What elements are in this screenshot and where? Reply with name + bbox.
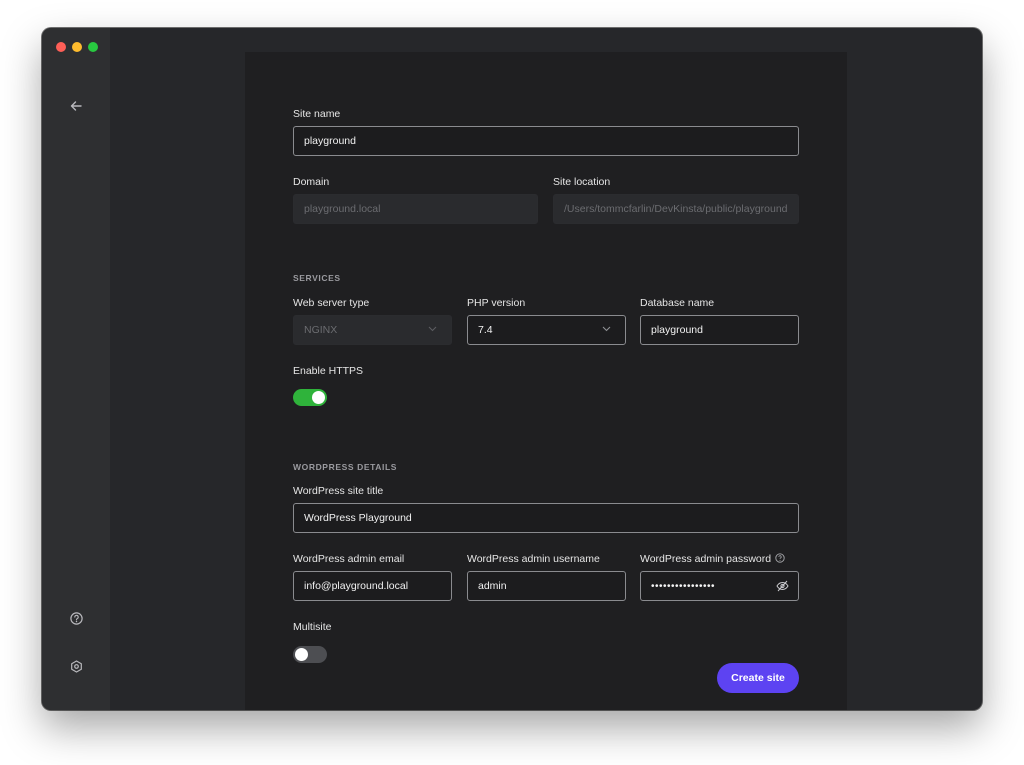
web-server-select: NGINX xyxy=(293,315,452,345)
enable-https-label: Enable HTTPS xyxy=(293,365,364,377)
wp-admin-username-input[interactable]: admin xyxy=(467,571,626,601)
site-name-input[interactable]: playground xyxy=(293,126,799,156)
toggle-knob xyxy=(312,391,325,404)
create-site-button[interactable]: Create site xyxy=(717,663,799,693)
app-window: Site name playground Domain playground.l… xyxy=(42,28,982,710)
wp-admin-email-label: WordPress admin email xyxy=(293,553,405,565)
site-name-label: Site name xyxy=(293,108,341,120)
domain-input: playground.local xyxy=(293,194,538,224)
site-location-label: Site location xyxy=(553,176,611,188)
database-name-label: Database name xyxy=(640,297,715,309)
domain-label: Domain xyxy=(293,176,330,188)
wp-admin-email-input[interactable]: info@playground.local xyxy=(293,571,452,601)
add-site-form: Site name playground Domain playground.l… xyxy=(245,52,847,710)
wp-site-title-label: WordPress site title xyxy=(293,485,384,497)
minimize-window-button[interactable] xyxy=(72,42,82,52)
settings-icon[interactable] xyxy=(66,656,86,676)
close-window-button[interactable] xyxy=(56,42,66,52)
back-arrow-icon[interactable] xyxy=(66,96,86,116)
database-name-input[interactable]: playground xyxy=(640,315,799,345)
wp-site-title-input[interactable]: WordPress Playground xyxy=(293,503,799,533)
wp-admin-password-input[interactable]: •••••••••••••••• xyxy=(640,571,799,601)
web-server-label: Web server type xyxy=(293,297,370,309)
services-heading: SERVICES xyxy=(293,273,341,283)
help-icon[interactable] xyxy=(66,608,86,628)
maximize-window-button[interactable] xyxy=(88,42,98,52)
web-server-value: NGINX xyxy=(304,324,338,336)
multisite-toggle[interactable] xyxy=(293,646,327,663)
php-version-label: PHP version xyxy=(467,297,526,309)
eye-slash-icon[interactable] xyxy=(776,580,789,592)
site-location-input: /Users/tommcfarlin/DevKinsta/public/play… xyxy=(553,194,799,224)
php-version-select[interactable]: 7.4 xyxy=(467,315,626,345)
password-value: •••••••••••••••• xyxy=(651,580,716,592)
info-icon[interactable] xyxy=(775,553,785,563)
wp-admin-password-label: WordPress admin password xyxy=(640,553,772,565)
toggle-knob xyxy=(295,648,308,661)
chevron-down-icon xyxy=(428,326,437,332)
php-version-value: 7.4 xyxy=(478,324,493,336)
multisite-label: Multisite xyxy=(293,621,332,633)
enable-https-toggle[interactable] xyxy=(293,389,327,406)
sidebar xyxy=(42,28,110,710)
chevron-down-icon xyxy=(602,326,611,332)
wordpress-details-heading: WORDPRESS DETAILS xyxy=(293,462,398,472)
wp-admin-username-label: WordPress admin username xyxy=(467,553,600,565)
